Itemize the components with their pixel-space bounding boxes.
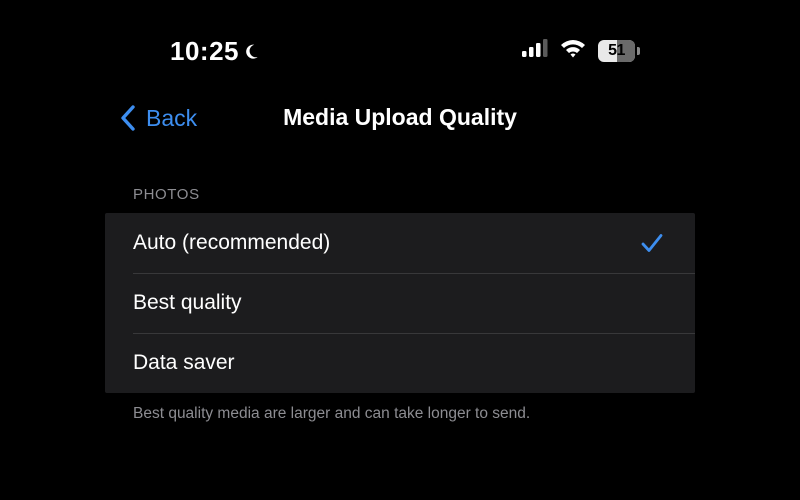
battery-cap (637, 46, 640, 55)
wifi-icon (560, 38, 586, 63)
section-header-photos: PHOTOS (133, 186, 200, 203)
photo-quality-options: Auto (recommended) Best quality Data sav… (105, 213, 695, 393)
status-indicators: 51 (522, 38, 640, 63)
option-label: Best quality (133, 291, 242, 314)
option-label: Auto (recommended) (133, 231, 331, 254)
battery-icon: 51 (598, 39, 640, 62)
section-footer-note: Best quality media are larger and can ta… (133, 405, 531, 422)
status-bar: 10:25 51 (0, 0, 800, 90)
battery-body: 51 (598, 39, 636, 62)
option-auto-recommended[interactable]: Auto (recommended) (105, 213, 695, 273)
status-time-group: 10:25 (170, 36, 265, 67)
cellular-signal-icon (522, 39, 548, 62)
moon-icon (245, 42, 265, 62)
battery-level: 51 (608, 41, 625, 59)
navigation-bar: Back Media Upload Quality (0, 96, 800, 140)
option-label: Data saver (133, 351, 235, 374)
page-title: Media Upload Quality (283, 104, 517, 130)
checkmark-icon (641, 233, 663, 253)
option-best-quality[interactable]: Best quality (105, 273, 695, 333)
option-data-saver[interactable]: Data saver (105, 333, 695, 393)
status-time: 10:25 (170, 36, 239, 66)
